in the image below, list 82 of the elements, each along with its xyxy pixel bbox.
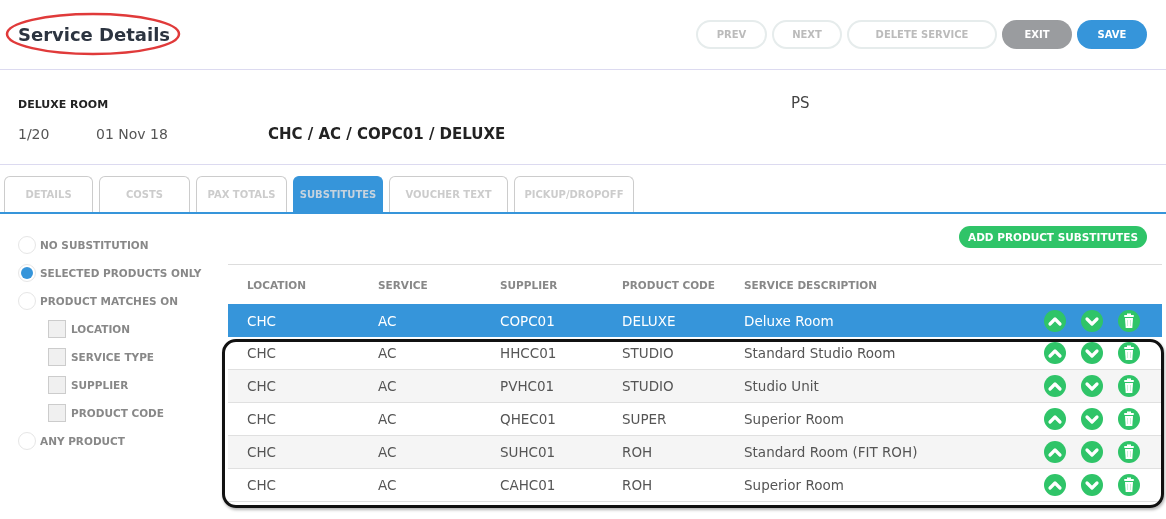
- table-cell-text: STUDIO: [621, 378, 675, 394]
- table-cell-text: CHC: [246, 411, 277, 427]
- checkbox[interactable]: [48, 320, 66, 338]
- toolbar-button[interactable]: NEXT: [772, 20, 842, 49]
- action-button[interactable]: SAVE: [1077, 20, 1147, 49]
- checkbox[interactable]: [48, 348, 66, 366]
- table-cell-text: HHCC01: [499, 345, 558, 361]
- service-index: 1/20: [18, 126, 51, 142]
- table-cell-text: PVHC01: [499, 378, 556, 394]
- table-cell-text: CHC: [246, 345, 277, 361]
- trash-icon[interactable]: [1118, 441, 1140, 463]
- move-down-icon[interactable]: [1081, 309, 1103, 332]
- toolbar-button[interactable]: DELETE SERVICE: [847, 20, 997, 49]
- column-header: LOCATION: [246, 278, 308, 291]
- move-up-icon[interactable]: [1044, 474, 1066, 496]
- table-cell-text: AC: [377, 345, 398, 361]
- table-cell-text: Standard Room (FIT ROH): [743, 444, 919, 460]
- table-cell-text: DELUXE: [621, 312, 677, 329]
- page-title: Service Details: [18, 24, 171, 45]
- trash-icon[interactable]: [1118, 408, 1140, 430]
- table-cell-text: STUDIO: [621, 345, 675, 361]
- service-name: DELUXE ROOM: [18, 98, 110, 111]
- table-cell-text: CHC: [246, 312, 277, 329]
- table-cell-text: QHEC01: [499, 411, 557, 427]
- table-cell-text: AC: [377, 378, 398, 394]
- tab[interactable]: SUBSTITUTES: [293, 176, 383, 212]
- service-code: PS: [791, 94, 810, 112]
- checkbox[interactable]: [48, 376, 66, 394]
- checkbox-label: PRODUCT CODE: [71, 407, 164, 419]
- add-substitutes-button[interactable]: ADD PRODUCT SUBSTITUTES: [959, 226, 1147, 248]
- table-cell-text: AC: [377, 411, 398, 427]
- trash-icon[interactable]: [1118, 474, 1140, 496]
- move-down-icon[interactable]: [1081, 441, 1103, 463]
- option-label: SELECTED PRODUCTS ONLY: [40, 267, 202, 279]
- table-cell-text: ROH: [621, 477, 654, 493]
- move-up-icon[interactable]: [1044, 441, 1066, 463]
- service-date: 01 Nov 18: [96, 126, 169, 142]
- move-down-icon[interactable]: [1081, 408, 1103, 430]
- move-down-icon[interactable]: [1081, 375, 1103, 397]
- checkbox-label: SUPPLIER: [71, 379, 129, 391]
- table-cell-text: ROH: [621, 444, 654, 460]
- table-row[interactable]: CHC AC PVHC01 STUDIO Studio Unit: [228, 370, 1162, 403]
- table-cell-text: AC: [377, 444, 398, 460]
- table-cell-text: SUPER: [621, 411, 668, 427]
- trash-icon[interactable]: [1118, 309, 1140, 332]
- table-cell-text: CHC: [246, 444, 277, 460]
- toolbar-button[interactable]: PREV: [696, 20, 767, 49]
- column-header: SERVICE DESCRIPTION: [743, 278, 878, 291]
- table-cell-text: Studio Unit: [743, 378, 820, 394]
- column-header: PRODUCT CODE: [621, 278, 716, 291]
- table-cell-text: AC: [377, 477, 398, 493]
- checkbox-label: SERVICE TYPE: [71, 351, 155, 363]
- move-up-icon[interactable]: [1044, 375, 1066, 397]
- move-down-icon[interactable]: [1081, 474, 1103, 496]
- column-header: SERVICE: [377, 278, 429, 291]
- service-path: CHC / AC / COPC01 / DELUXE: [268, 125, 506, 143]
- column-header: SUPPLIER: [499, 278, 559, 291]
- move-up-icon[interactable]: [1044, 309, 1066, 332]
- trash-icon[interactable]: [1118, 375, 1140, 397]
- table-cell-text: Superior Room: [743, 411, 845, 427]
- move-up-icon[interactable]: [1044, 408, 1066, 430]
- trash-icon[interactable]: [1118, 342, 1140, 364]
- table-cell-text: CHC: [246, 378, 277, 394]
- option-label: PRODUCT MATCHES ON: [40, 295, 178, 307]
- table-cell-text: COPC01: [499, 312, 556, 329]
- option-label: NO SUBSTITUTION: [40, 239, 149, 251]
- table-cell-text: SUHC01: [499, 444, 557, 460]
- checkbox-label: LOCATION: [71, 323, 131, 335]
- table-cell-text: Superior Room: [743, 477, 845, 493]
- table-cell-text: CAHC01: [499, 477, 557, 493]
- table-row[interactable]: CHC AC COPC01 DELUXE Deluxe Room: [228, 304, 1162, 337]
- table-row[interactable]: CHC AC SUHC01 ROH Standard Room (FIT ROH): [228, 436, 1162, 469]
- table-cell-text: Standard Studio Room: [743, 345, 897, 361]
- move-down-icon[interactable]: [1081, 342, 1103, 364]
- table-cell-text: CHC: [246, 477, 277, 493]
- action-button[interactable]: EXIT: [1002, 20, 1072, 49]
- table-cell-text: Deluxe Room: [743, 312, 835, 329]
- radio-button[interactable]: [18, 264, 36, 282]
- table-cell-text: AC: [377, 312, 398, 329]
- checkbox[interactable]: [48, 404, 66, 422]
- move-up-icon[interactable]: [1044, 342, 1066, 364]
- option-label: ANY PRODUCT: [40, 435, 125, 447]
